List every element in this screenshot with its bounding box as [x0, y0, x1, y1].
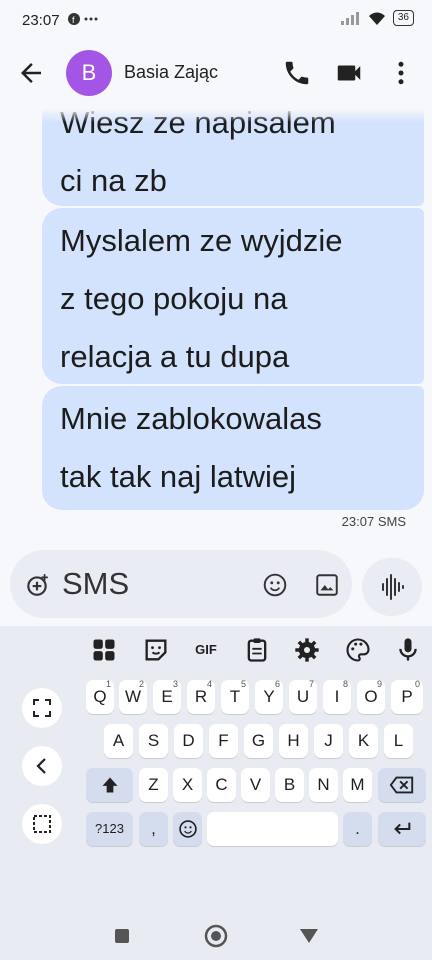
facebook-notification-icon: f: [68, 13, 98, 25]
key-e[interactable]: E3: [153, 679, 181, 714]
video-call-icon[interactable]: [334, 58, 364, 88]
key-g[interactable]: G: [244, 724, 273, 758]
key-y[interactable]: Y6: [255, 679, 283, 714]
comma-key[interactable]: ,: [139, 812, 168, 846]
clipboard-icon[interactable]: [243, 636, 271, 664]
chevron-left-icon: [36, 758, 46, 774]
key-w[interactable]: W2: [119, 679, 147, 714]
space-bar[interactable]: [207, 812, 338, 846]
key-x[interactable]: X: [173, 768, 202, 802]
contact-avatar[interactable]: B: [66, 50, 112, 96]
apps-grid-icon[interactable]: [90, 636, 118, 664]
key-c[interactable]: C: [207, 768, 236, 802]
emoji-key[interactable]: [173, 812, 202, 846]
contact-name[interactable]: Basia Zając: [124, 62, 218, 83]
backspace-key[interactable]: [378, 768, 426, 802]
cursor-left-button[interactable]: [22, 746, 62, 786]
key-o[interactable]: O9: [357, 679, 385, 714]
key-m[interactable]: M: [343, 768, 372, 802]
message-list[interactable]: Wiesz ze napisalem ci na zb Myslalem ze …: [0, 108, 432, 548]
status-time: 23:07: [22, 12, 60, 29]
add-attachment-icon[interactable]: [24, 572, 50, 598]
key-a[interactable]: A: [104, 724, 133, 758]
key-u[interactable]: U7: [289, 679, 317, 714]
audio-waveform-icon: [382, 574, 404, 600]
signal-icon: [340, 12, 359, 25]
voice-message-button[interactable]: [362, 558, 422, 616]
message-line: ci na zb: [60, 163, 167, 198]
expand-keyboard-button[interactable]: [22, 688, 62, 728]
more-options-icon[interactable]: [386, 58, 416, 88]
select-area-button[interactable]: [22, 804, 62, 844]
home-circle-icon[interactable]: [203, 923, 229, 949]
key-d[interactable]: D: [174, 724, 203, 758]
enter-arrow-icon: [394, 822, 411, 835]
message-timestamp: 23:07 SMS: [341, 514, 406, 529]
message-line: Myslalem ze wyjdzie: [60, 223, 343, 258]
message-line: relacja a tu dupa: [60, 339, 290, 374]
key-b[interactable]: B: [275, 768, 304, 802]
wifi-icon: [368, 12, 385, 25]
key-k[interactable]: K: [349, 724, 378, 758]
key-s[interactable]: S: [139, 724, 168, 758]
back-triangle-icon[interactable]: [298, 926, 320, 946]
battery-indicator: 36: [392, 10, 414, 26]
sticker-icon[interactable]: [142, 636, 170, 664]
key-l[interactable]: L: [384, 724, 413, 758]
recents-square-icon[interactable]: [112, 926, 132, 946]
key-t[interactable]: T5: [221, 679, 249, 714]
key-h[interactable]: H: [279, 724, 308, 758]
settings-gear-icon[interactable]: [293, 636, 321, 664]
system-navigation-bar: [0, 916, 432, 960]
gallery-icon[interactable]: [314, 572, 340, 598]
emoji-icon[interactable]: [262, 572, 288, 598]
backspace-icon: [389, 776, 414, 794]
message-bubble[interactable]: Myslalem ze wyjdzie z tego pokoju na rel…: [42, 208, 424, 384]
on-screen-keyboard: GIF Q1 W2 E3 R4 T5 Y6 U7 I8 O9 P0 A S D …: [0, 626, 432, 916]
status-bar: 23:07 f 36: [0, 0, 432, 40]
status-right: 36: [340, 10, 414, 26]
notification-icons: f: [68, 12, 102, 29]
enter-key[interactable]: [378, 812, 426, 846]
period-key[interactable]: .: [343, 812, 372, 846]
back-arrow-icon[interactable]: [16, 58, 46, 88]
key-p[interactable]: P0: [391, 679, 423, 714]
theme-palette-icon[interactable]: [344, 636, 372, 664]
message-composer[interactable]: SMS: [10, 550, 352, 618]
message-input[interactable]: SMS: [62, 566, 129, 602]
key-j[interactable]: J: [314, 724, 343, 758]
microphone-icon[interactable]: [394, 636, 422, 664]
key-q[interactable]: Q1: [86, 679, 114, 714]
conversation-app-bar: B Basia Zając: [0, 46, 432, 102]
shift-key[interactable]: [86, 768, 133, 802]
key-v[interactable]: V: [241, 768, 270, 802]
message-line: tak tak naj latwiej: [60, 459, 297, 494]
expand-icon: [33, 699, 51, 717]
message-bubble[interactable]: Wiesz ze napisalem ci na zb: [42, 108, 424, 206]
scroll-fade: [0, 108, 432, 122]
key-r[interactable]: R4: [187, 679, 215, 714]
selection-box-icon: [33, 815, 51, 833]
message-line: z tego pokoju na: [60, 281, 288, 316]
gif-button[interactable]: GIF: [192, 636, 220, 664]
emoji-face-icon: [178, 820, 197, 838]
key-f[interactable]: F: [209, 724, 238, 758]
message-bubble[interactable]: Mnie zablokowalas tak tak naj latwiej: [42, 386, 424, 510]
message-line: Mnie zablokowalas: [60, 401, 322, 436]
key-z[interactable]: Z: [139, 768, 168, 802]
shift-arrow-icon: [102, 777, 117, 793]
symbols-key[interactable]: ?123: [86, 812, 133, 846]
key-n[interactable]: N: [309, 768, 338, 802]
key-i[interactable]: I8: [323, 679, 351, 714]
phone-call-icon[interactable]: [282, 58, 312, 88]
